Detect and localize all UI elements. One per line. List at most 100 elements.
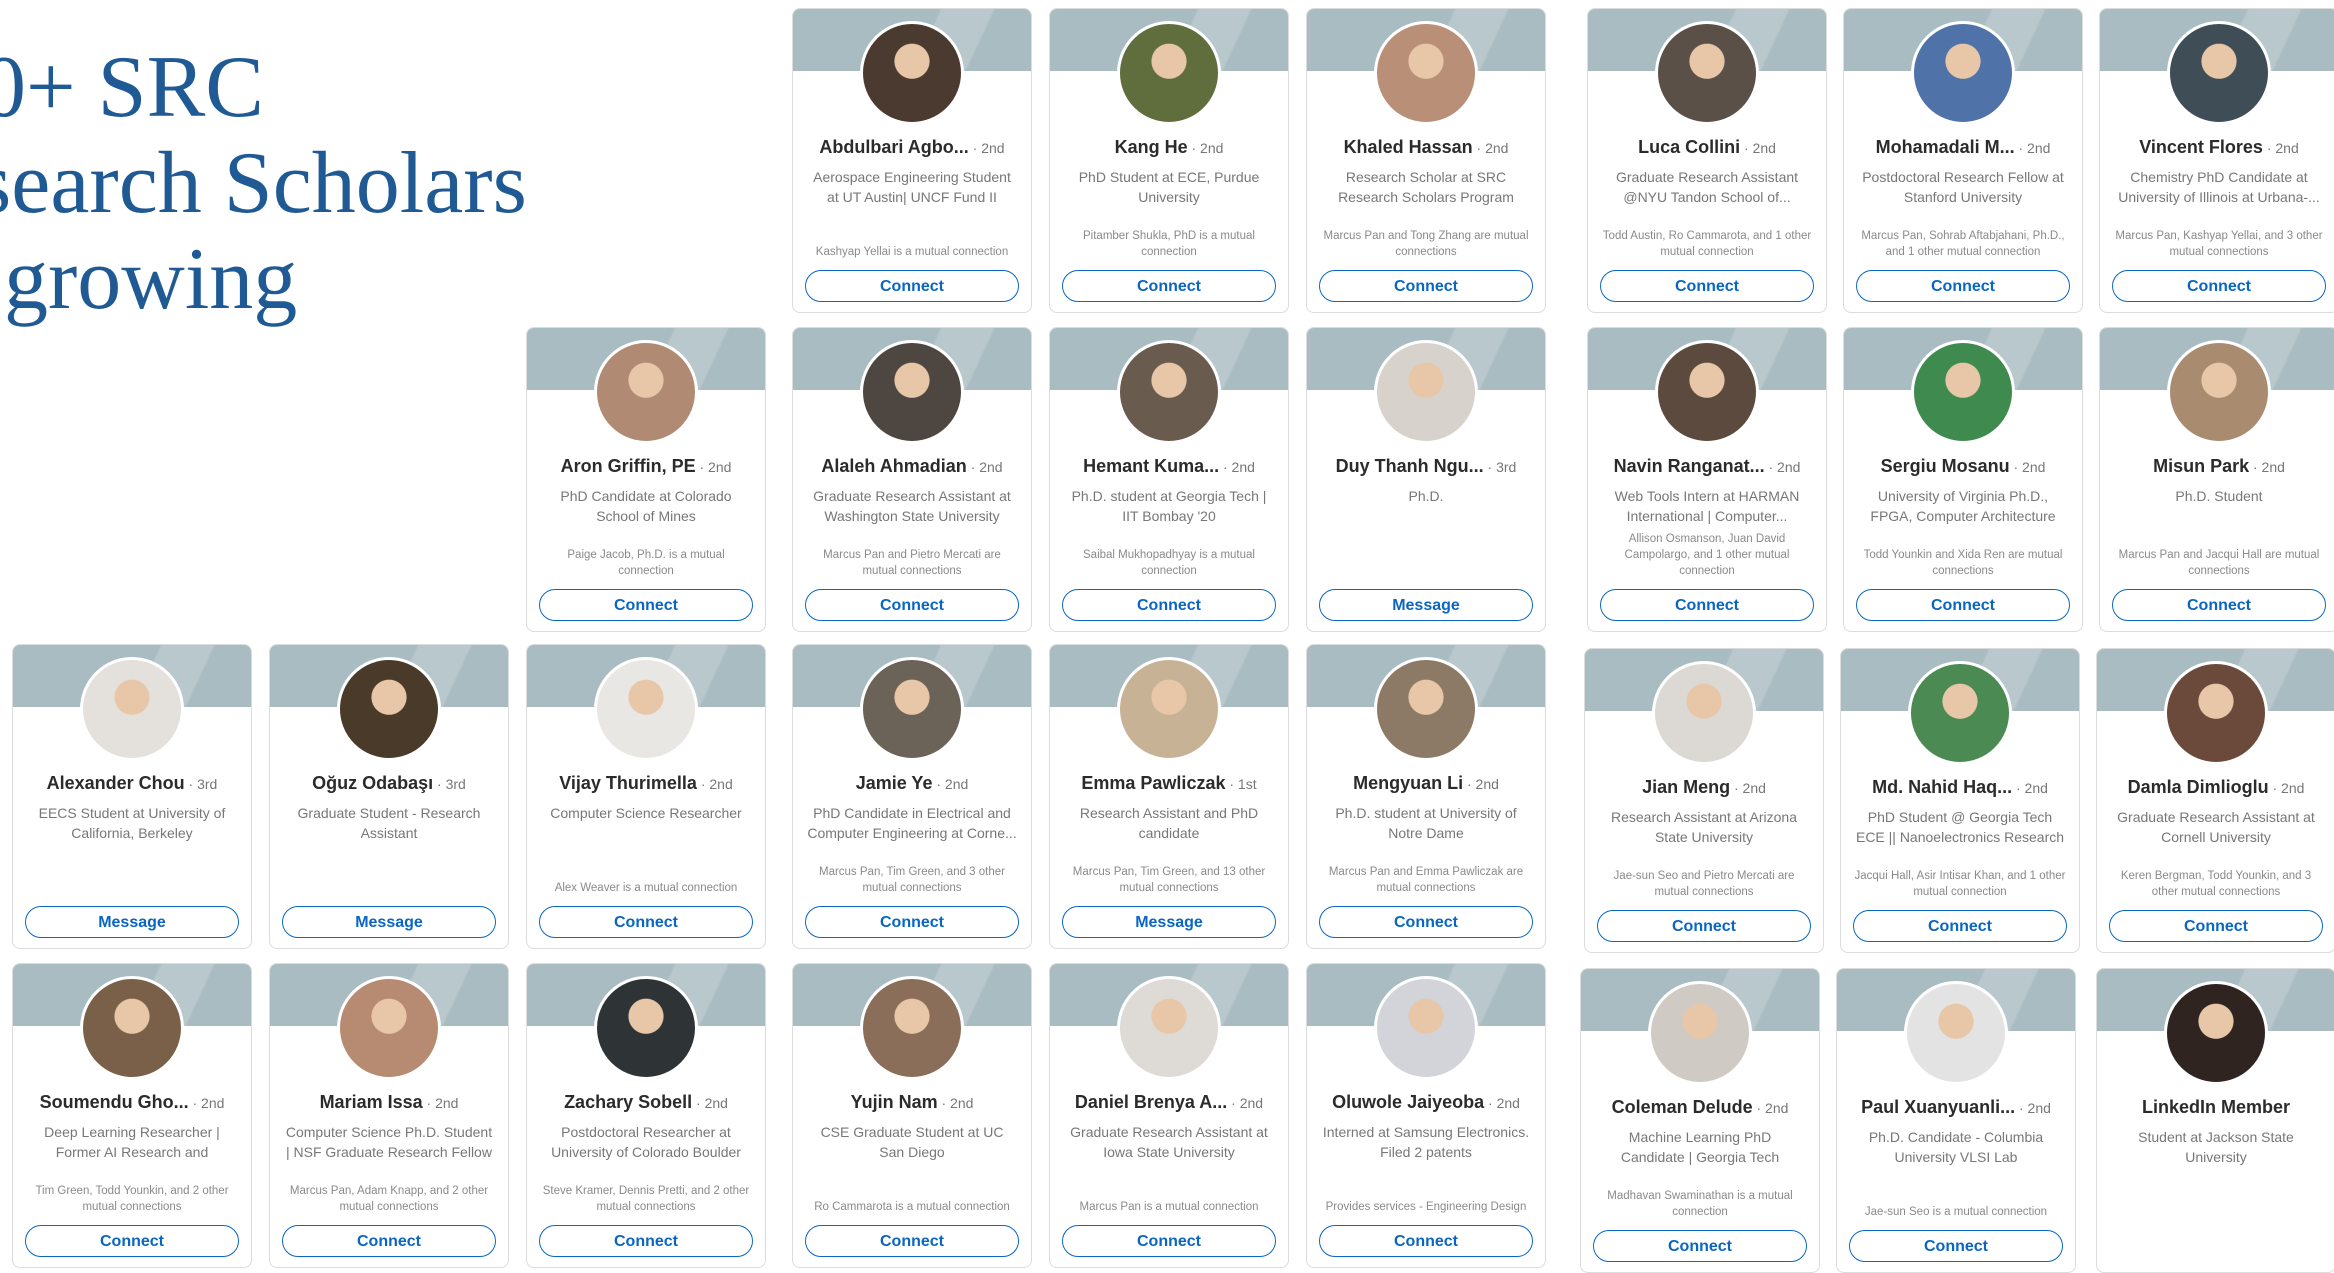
avatar[interactable] (2164, 981, 2268, 1085)
avatar[interactable] (860, 340, 964, 444)
profile-name[interactable]: Misun Park (2153, 456, 2249, 476)
avatar[interactable] (1374, 657, 1478, 761)
profile-card[interactable]: Hemant Kuma... · 2nd Ph.D. student at Geo… (1049, 327, 1289, 632)
profile-card[interactable]: Damla Dimlioglu · 2nd Graduate Research A… (2096, 648, 2334, 953)
profile-name[interactable]: Mengyuan Li (1353, 773, 1463, 793)
connect-button[interactable]: Connect (1062, 589, 1276, 621)
message-button[interactable]: Message (1062, 906, 1276, 938)
profile-name[interactable]: Duy Thanh Ngu... (1336, 456, 1484, 476)
avatar[interactable] (1911, 21, 2015, 125)
connect-button[interactable]: Connect (1600, 270, 1814, 302)
profile-card[interactable]: Duy Thanh Ngu... · 3rd Ph.D. Message (1306, 327, 1546, 632)
avatar[interactable] (1374, 21, 1478, 125)
profile-card[interactable]: Zachary Sobell · 2nd Postdoctoral Researc… (526, 963, 766, 1268)
profile-name[interactable]: Yujin Nam (851, 1092, 938, 1112)
avatar[interactable] (1117, 976, 1221, 1080)
profile-card[interactable]: Vijay Thurimella · 2nd Computer Science R… (526, 644, 766, 949)
profile-card[interactable]: Mariam Issa · 2nd Computer Science Ph.D. … (269, 963, 509, 1268)
profile-name[interactable]: Hemant Kuma... (1083, 456, 1219, 476)
avatar[interactable] (80, 976, 184, 1080)
profile-name[interactable]: Mariam Issa (320, 1092, 423, 1112)
avatar[interactable] (594, 657, 698, 761)
avatar[interactable] (1911, 340, 2015, 444)
profile-name[interactable]: Jamie Ye (856, 773, 933, 793)
avatar[interactable] (80, 657, 184, 761)
profile-card[interactable]: Oluwole Jaiyeoba · 2nd Interned at Samsun… (1306, 963, 1546, 1268)
profile-card[interactable]: Mengyuan Li · 2nd Ph.D. student at Univer… (1306, 644, 1546, 949)
avatar[interactable] (594, 976, 698, 1080)
avatar[interactable] (594, 340, 698, 444)
profile-name[interactable]: Oğuz Odabaşı (312, 773, 433, 793)
connect-button[interactable]: Connect (25, 1225, 239, 1257)
profile-name[interactable]: Paul Xuanyuanli... (1861, 1097, 2015, 1117)
connect-button[interactable]: Connect (1062, 270, 1276, 302)
connect-button[interactable]: Connect (1849, 1230, 2063, 1262)
profile-card[interactable]: Coleman Delude · 2nd Machine Learning PhD… (1580, 968, 1820, 1273)
connect-button[interactable]: Connect (805, 906, 1019, 938)
avatar[interactable] (1648, 981, 1752, 1085)
connect-button[interactable]: Connect (1319, 906, 1533, 938)
avatar[interactable] (1117, 21, 1221, 125)
profile-name[interactable]: Coleman Delude (1612, 1097, 1753, 1117)
profile-name[interactable]: Zachary Sobell (564, 1092, 692, 1112)
connect-button[interactable]: Connect (2109, 910, 2323, 942)
profile-card[interactable]: Daniel Brenya A... · 2nd Graduate Researc… (1049, 963, 1289, 1268)
avatar[interactable] (1904, 981, 2008, 1085)
avatar[interactable] (1908, 661, 2012, 765)
profile-name[interactable]: LinkedIn Member (2142, 1097, 2290, 1117)
avatar[interactable] (2164, 661, 2268, 765)
profile-card[interactable]: Misun Park · 2nd Ph.D. Student Marcus Pan … (2099, 327, 2334, 632)
profile-name[interactable]: Soumendu Gho... (40, 1092, 189, 1112)
connect-button[interactable]: Connect (1597, 910, 1811, 942)
profile-card[interactable]: Yujin Nam · 2nd CSE Graduate Student at U… (792, 963, 1032, 1268)
avatar[interactable] (337, 657, 441, 761)
connect-button[interactable]: Connect (805, 589, 1019, 621)
message-button[interactable]: Message (1319, 589, 1533, 621)
profile-card[interactable]: Vincent Flores · 2nd Chemistry PhD Candid… (2099, 8, 2334, 313)
profile-card[interactable]: Luca Collini · 2nd Graduate Research Assi… (1587, 8, 1827, 313)
profile-card[interactable]: Sergiu Mosanu · 2nd University of Virgini… (1843, 327, 2083, 632)
profile-card[interactable]: Navin Ranganat... · 2nd Web Tools Intern … (1587, 327, 1827, 632)
profile-card[interactable]: Mohamadali M... · 2nd Postdoctoral Resear… (1843, 8, 2083, 313)
profile-name[interactable]: Vijay Thurimella (559, 773, 697, 793)
avatar[interactable] (1374, 976, 1478, 1080)
profile-card[interactable]: Khaled Hassan · 2nd Research Scholar at S… (1306, 8, 1546, 313)
profile-name[interactable]: Alexander Chou (47, 773, 185, 793)
avatar[interactable] (1117, 657, 1221, 761)
connect-button[interactable]: Connect (1319, 1225, 1533, 1257)
connect-button[interactable]: Connect (805, 1225, 1019, 1257)
profile-card[interactable]: Jian Meng · 2nd Research Assistant at Ari… (1584, 648, 1824, 953)
profile-card[interactable]: Abdulbari Agbo... · 2nd Aerospace Enginee… (792, 8, 1032, 313)
avatar[interactable] (337, 976, 441, 1080)
message-button[interactable]: Message (25, 906, 239, 938)
avatar[interactable] (860, 976, 964, 1080)
connect-button[interactable]: Connect (1593, 1230, 1807, 1262)
connect-button[interactable]: Connect (1319, 270, 1533, 302)
profile-name[interactable]: Oluwole Jaiyeoba (1332, 1092, 1484, 1112)
profile-card[interactable]: Alexander Chou · 3rd EECS Student at Univ… (12, 644, 252, 949)
profile-card[interactable]: Md. Nahid Haq... · 2nd PhD Student @ Geor… (1840, 648, 2080, 953)
profile-name[interactable]: Aron Griffin, PE (561, 456, 696, 476)
profile-name[interactable]: Kang He (1115, 137, 1188, 157)
connect-button[interactable]: Connect (1853, 910, 2067, 942)
connect-button[interactable]: Connect (1062, 1225, 1276, 1257)
avatar[interactable] (1655, 340, 1759, 444)
avatar[interactable] (1117, 340, 1221, 444)
profile-name[interactable]: Damla Dimlioglu (2128, 777, 2269, 797)
connect-button[interactable]: Connect (539, 589, 753, 621)
profile-name[interactable]: Navin Ranganat... (1614, 456, 1765, 476)
profile-card[interactable]: Aron Griffin, PE · 2nd PhD Candidate at C… (526, 327, 766, 632)
profile-name[interactable]: Alaleh Ahmadian (821, 456, 966, 476)
profile-card[interactable]: Jamie Ye · 2nd PhD Candidate in Electrica… (792, 644, 1032, 949)
profile-name[interactable]: Emma Pawliczak (1081, 773, 1225, 793)
profile-card[interactable]: Emma Pawliczak · 1st Research Assistant a… (1049, 644, 1289, 949)
profile-card[interactable]: Kang He · 2nd PhD Student at ECE, Purdue … (1049, 8, 1289, 313)
avatar[interactable] (2167, 21, 2271, 125)
connect-button[interactable]: Connect (282, 1225, 496, 1257)
avatar[interactable] (1655, 21, 1759, 125)
avatar[interactable] (860, 21, 964, 125)
connect-button[interactable]: Connect (2112, 589, 2326, 621)
avatar[interactable] (1374, 340, 1478, 444)
connect-button[interactable]: Connect (539, 1225, 753, 1257)
profile-card[interactable]: Soumendu Gho... · 2nd Deep Learning Resea… (12, 963, 252, 1268)
